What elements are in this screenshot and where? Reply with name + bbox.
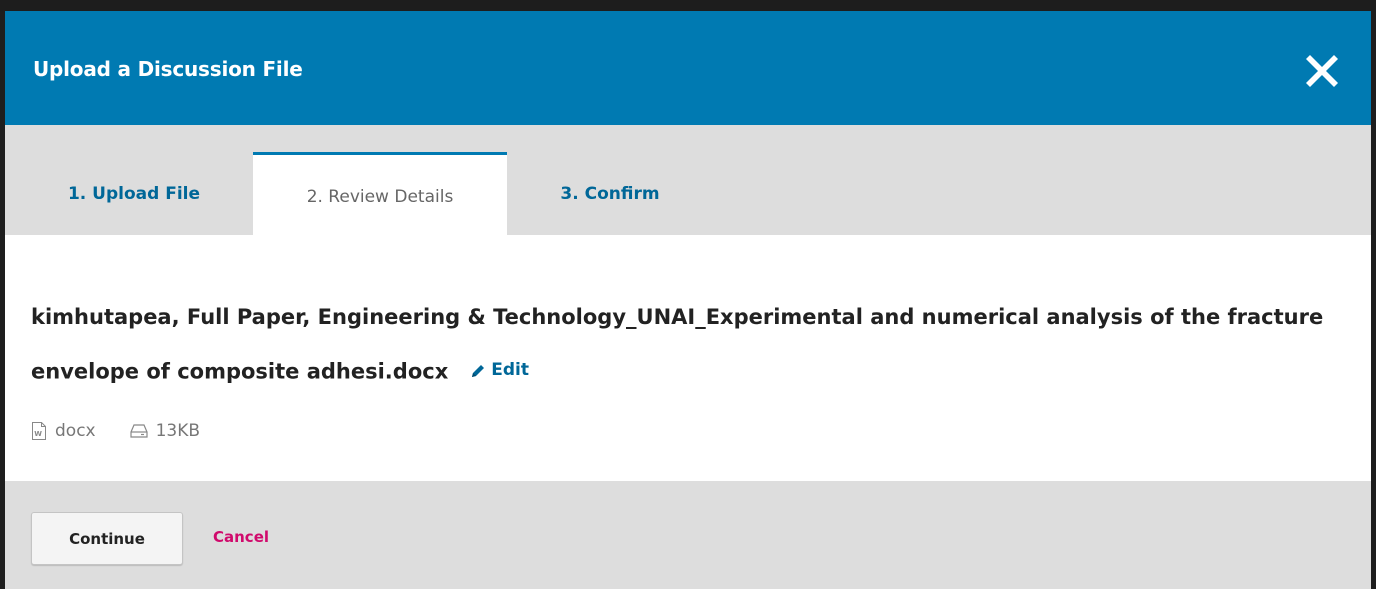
tab-review-details[interactable]: 2. Review Details: [253, 152, 507, 238]
cancel-link[interactable]: Cancel: [213, 528, 269, 546]
file-type-label: docx: [55, 421, 96, 441]
upload-discussion-file-dialog: Upload a Discussion File 1. Upload File …: [5, 11, 1371, 589]
continue-button[interactable]: Continue: [31, 512, 183, 565]
file-name-row: kimhutapea, Full Paper, Engineering & Te…: [31, 291, 1341, 399]
dialog-header: Upload a Discussion File: [5, 11, 1371, 125]
edit-link[interactable]: Edit: [470, 344, 529, 397]
file-size-label: 13KB: [155, 421, 201, 441]
page-overlay-edge: [1371, 0, 1376, 589]
dialog-title: Upload a Discussion File: [33, 57, 303, 81]
file-name: kimhutapea, Full Paper, Engineering & Te…: [31, 305, 1324, 384]
tab-confirm[interactable]: 3. Confirm: [515, 153, 705, 235]
file-meta: W docx 13KB: [31, 421, 234, 441]
word-file-icon: W: [32, 422, 46, 440]
hard-drive-icon: [130, 424, 148, 438]
file-size: 13KB: [130, 421, 200, 441]
edit-label: Edit: [491, 360, 529, 380]
pencil-icon: [472, 364, 485, 377]
page-overlay: [0, 0, 1376, 11]
dialog-footer: Continue Cancel: [5, 481, 1371, 589]
close-button[interactable]: [1303, 52, 1341, 90]
review-details-panel: kimhutapea, Full Paper, Engineering & Te…: [5, 235, 1371, 481]
svg-text:W: W: [34, 430, 42, 438]
tab-upload-file[interactable]: 1. Upload File: [29, 153, 239, 235]
wizard-tabs: 1. Upload File 2. Review Details 3. Conf…: [5, 125, 1371, 238]
file-type: W docx: [31, 421, 96, 441]
close-icon: [1306, 55, 1338, 87]
